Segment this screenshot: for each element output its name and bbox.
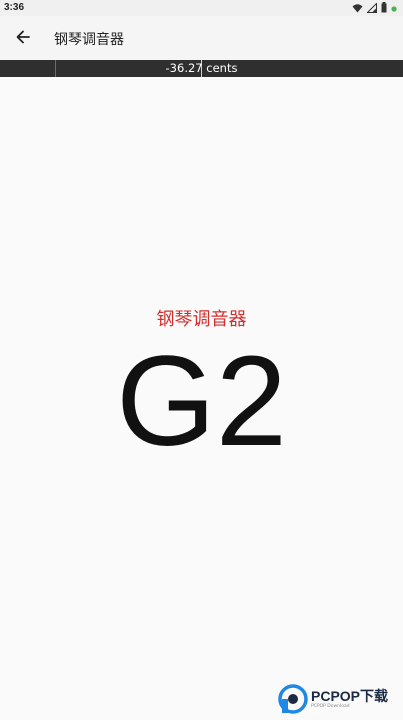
- battery-icon: [381, 2, 387, 16]
- wifi-icon: [352, 3, 363, 16]
- cents-meter: -36.27 cents: [0, 60, 403, 77]
- watermark: PCPOP下载 PCPOP Download: [278, 682, 400, 716]
- pcpop-logo-icon: [278, 684, 308, 714]
- app-bar: 钢琴调音器: [0, 16, 403, 60]
- back-button[interactable]: [10, 26, 36, 50]
- instrument-label: 钢琴调音器: [156, 309, 247, 330]
- status-icons: [352, 1, 397, 16]
- cents-readout: -36.27 cents: [165, 61, 238, 75]
- arrow-back-icon: [16, 29, 30, 48]
- signal-icon: [366, 1, 377, 16]
- watermark-text: PCPOP下载: [311, 688, 389, 704]
- app-title: 钢琴调音器: [54, 32, 124, 48]
- watermark-subtext: PCPOP Download: [311, 704, 350, 709]
- note-display: G2: [116, 330, 287, 473]
- status-time: 3:36: [4, 2, 25, 13]
- notification-dot-icon: [391, 4, 397, 15]
- status-bar: 3:36: [0, 0, 403, 16]
